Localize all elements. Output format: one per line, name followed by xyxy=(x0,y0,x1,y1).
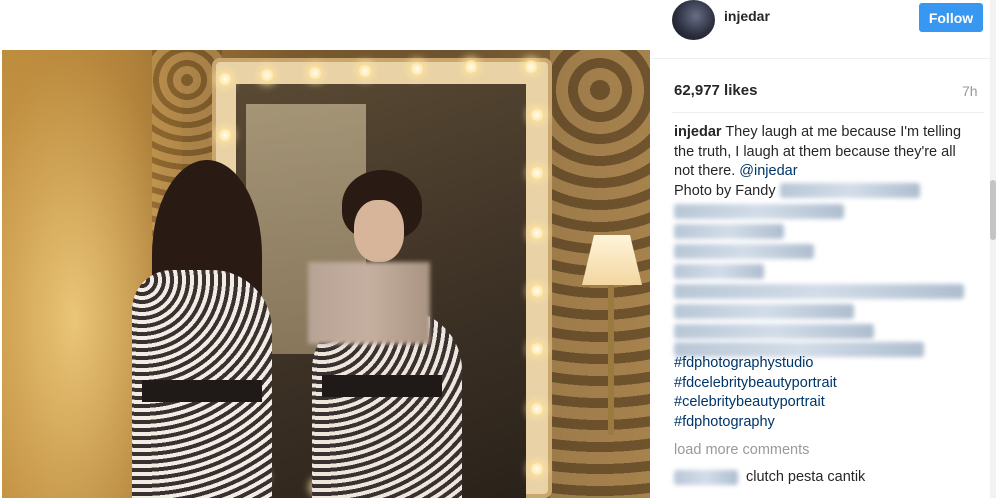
mirror-bulb xyxy=(308,66,322,80)
mirror-bulb xyxy=(358,64,372,78)
post-photo[interactable] xyxy=(2,50,650,498)
mirror-bulb xyxy=(530,166,544,180)
comment-row: clutch pesta cantik xyxy=(674,469,865,485)
comment-text: clutch pesta cantik xyxy=(746,469,866,485)
blurred-text xyxy=(779,183,920,199)
mirror-bulb xyxy=(218,72,232,86)
mirror-bulb xyxy=(530,226,544,240)
post-header: injedar Follow xyxy=(650,0,996,59)
post-sidebar: injedar Follow 62,977 likes 7h injedar T… xyxy=(650,0,996,498)
hashtag-link[interactable]: #fdcelebritybeautyportrait xyxy=(674,374,837,394)
load-more-comments-link[interactable]: load more comments xyxy=(674,442,809,458)
hashtag-link[interactable]: #fdphotographystudio xyxy=(674,354,837,374)
mirror-bulb xyxy=(530,108,544,122)
header-username[interactable]: injedar xyxy=(724,8,770,24)
mirror-bulb xyxy=(260,68,274,82)
blurred-text xyxy=(674,204,844,219)
mirror-bulb xyxy=(530,462,544,476)
blurred-text xyxy=(674,244,814,259)
lamp-shade xyxy=(582,235,642,285)
model-figure xyxy=(132,160,282,498)
mirror-bulb xyxy=(530,342,544,356)
blurred-text xyxy=(674,304,854,319)
caption-username[interactable]: injedar xyxy=(674,124,722,140)
reflection-face xyxy=(354,200,404,262)
page-scrollbar[interactable] xyxy=(990,0,996,498)
caption-credit: Photo by Fandy xyxy=(674,182,776,199)
blurred-text xyxy=(674,264,764,279)
censor-blur xyxy=(308,262,430,344)
divider xyxy=(672,112,984,113)
hashtag-link[interactable]: #fdphotography xyxy=(674,413,837,433)
mirror-bulb xyxy=(464,60,478,74)
mirror-bulb xyxy=(410,62,424,76)
mirror-bulb xyxy=(530,284,544,298)
mirror-bulb xyxy=(524,60,538,74)
model-belt xyxy=(142,380,262,402)
post-time[interactable]: 7h xyxy=(962,83,978,99)
mirror-bulb xyxy=(218,128,232,142)
wall-lamp xyxy=(582,235,642,435)
hashtag-link[interactable]: #celebritybeautyportrait xyxy=(674,393,837,413)
blurred-text xyxy=(674,324,874,339)
caption: injedar They laugh at me because I'm tel… xyxy=(674,123,974,201)
hashtag-list: #fdphotographystudio #fdcelebritybeautyp… xyxy=(674,354,837,432)
top-white-strip xyxy=(0,0,650,50)
reflection-belt xyxy=(322,375,442,397)
blurred-text xyxy=(674,224,784,239)
lamp-arm xyxy=(608,285,614,435)
caption-mention[interactable]: @injedar xyxy=(739,163,797,179)
follow-button[interactable]: Follow xyxy=(919,3,983,32)
blurred-commenter xyxy=(674,469,738,485)
blurred-text xyxy=(674,284,964,299)
profile-avatar[interactable] xyxy=(672,0,715,40)
mirror-bulb xyxy=(530,402,544,416)
scrollbar-thumb[interactable] xyxy=(990,180,996,240)
likes-count[interactable]: 62,977 likes xyxy=(674,82,757,99)
